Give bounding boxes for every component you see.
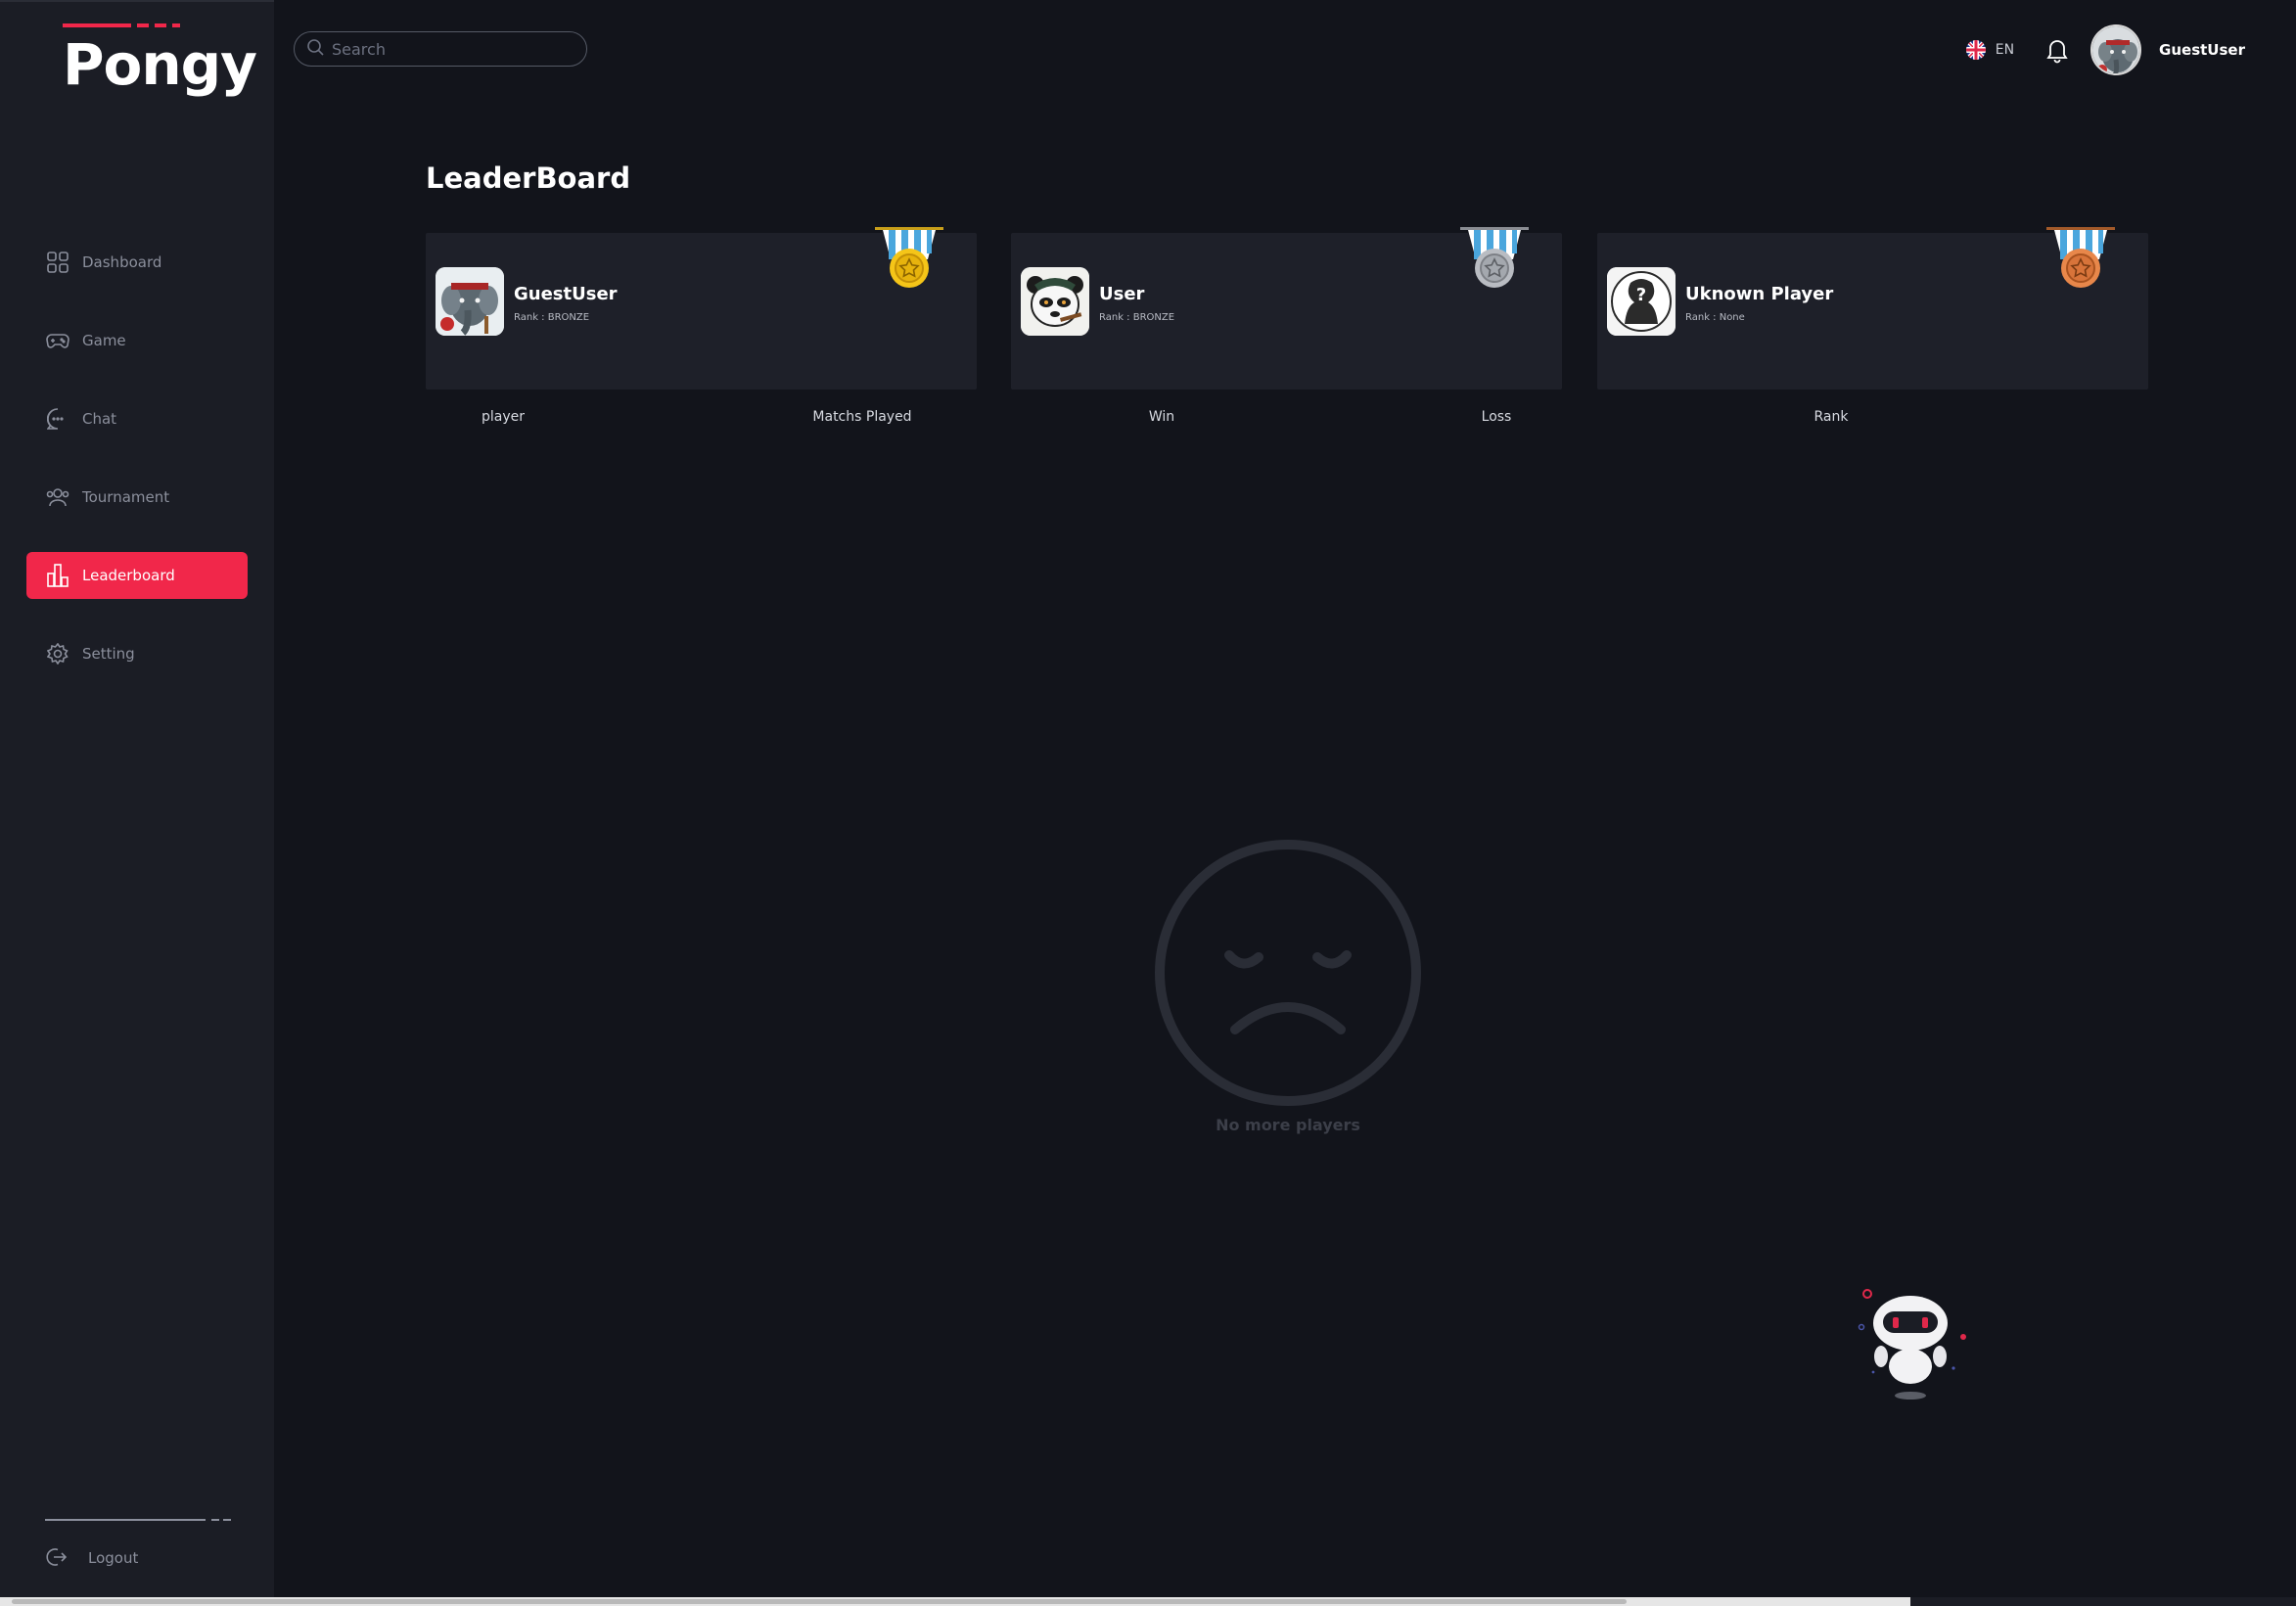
user-avatar[interactable] <box>2090 24 2142 75</box>
uk-flag-icon <box>1965 40 1986 60</box>
gear-icon <box>46 642 69 665</box>
podium-card-first[interactable]: GuestUser Rank : BRONZE <box>426 227 977 390</box>
sidebar-item-label: Dashboard <box>82 253 162 271</box>
sidebar-nav: Dashboard Game Chat Tournament Leaderboa… <box>26 239 248 709</box>
app-root: Pongy Dashboard Game Chat Tournament Lea… <box>0 0 2296 1606</box>
sidebar-item-setting[interactable]: Setting <box>26 630 248 677</box>
player-name: Uknown Player <box>1685 284 1834 304</box>
player-rank: Rank : BRONZE <box>1099 312 1175 323</box>
dashboard-grid-icon <box>46 251 69 274</box>
column-header-matches[interactable]: Matchs Played <box>812 409 911 425</box>
language-label: EN <box>1995 42 2015 58</box>
logout-label: Logout <box>88 1549 139 1567</box>
bronze-medal-icon <box>2046 227 2115 296</box>
search-bar[interactable] <box>294 31 587 67</box>
player-rank: Rank : None <box>1685 312 1745 323</box>
sad-face-icon <box>1155 840 1421 1106</box>
logo-dashes <box>63 23 180 27</box>
bar-chart-icon <box>46 564 69 587</box>
logo[interactable]: Pongy <box>63 23 257 102</box>
column-header-player[interactable]: player <box>482 409 525 425</box>
gamepad-icon <box>46 329 69 352</box>
empty-state: No more players <box>1153 838 1423 1134</box>
podium-card-second[interactable]: User Rank : BRONZE <box>1011 227 1562 390</box>
sidebar-item-tournament[interactable]: Tournament <box>26 474 248 521</box>
horizontal-scrollbar[interactable] <box>0 1597 2296 1606</box>
player-name: User <box>1099 284 1145 304</box>
scrollbar-corner <box>1910 1597 2296 1606</box>
scrollbar-thumb[interactable] <box>12 1599 1627 1604</box>
player-rank: Rank : BRONZE <box>514 312 590 323</box>
sidebar-item-game[interactable]: Game <box>26 317 248 364</box>
column-header-win[interactable]: Win <box>1149 409 1174 425</box>
svg-text:?: ? <box>1636 285 1646 305</box>
unknown-avatar: ? <box>1607 267 1676 336</box>
chat-bubble-icon <box>46 407 69 431</box>
column-header-rank[interactable]: Rank <box>1814 409 1849 425</box>
gold-medal-icon <box>875 227 943 296</box>
logout-button[interactable]: Logout <box>45 1546 138 1570</box>
search-input[interactable] <box>332 39 567 59</box>
chatbot-robot-icon[interactable] <box>1852 1282 1979 1409</box>
sidebar-divider <box>45 1519 231 1522</box>
sidebar-item-chat[interactable]: Chat <box>26 395 248 442</box>
leaderboard-podium: GuestUser Rank : BRONZE User Rank: BRON… <box>426 227 2148 390</box>
leaderboard-column-headers: player Matchs Played Win Loss Rank <box>426 409 2148 429</box>
sidebar: Pongy Dashboard Game Chat Tournament Lea… <box>0 0 274 1597</box>
sidebar-item-label: Tournament <box>82 488 170 506</box>
username-label[interactable]: GuestUser <box>2159 41 2245 59</box>
users-group-icon <box>46 485 69 509</box>
player-name: GuestUser <box>514 284 618 304</box>
sidebar-item-label: Game <box>82 332 126 349</box>
language-selector[interactable]: EN <box>1965 40 2015 60</box>
sidebar-item-label: Chat <box>82 410 117 428</box>
column-header-loss[interactable]: Loss <box>1482 409 1512 425</box>
sidebar-item-leaderboard[interactable]: Leaderboard <box>26 552 248 599</box>
silver-medal-icon <box>1460 227 1529 296</box>
logout-icon <box>45 1546 69 1570</box>
sidebar-item-label: Setting <box>82 645 135 663</box>
podium-card-third[interactable]: ? Uknown Player Rank : None <box>1597 227 2148 390</box>
topbar-right: EN GuestUser <box>1965 24 2245 75</box>
search-icon <box>306 38 324 60</box>
elephant-avatar <box>436 267 504 336</box>
sidebar-item-label: Leaderboard <box>82 567 175 584</box>
notification-bell-icon[interactable] <box>2043 36 2071 64</box>
empty-state-text: No more players <box>1216 1116 1360 1134</box>
logo-text: Pongy <box>63 31 257 98</box>
page-title: LeaderBoard <box>426 161 631 195</box>
panda-avatar <box>1021 267 1089 336</box>
sidebar-item-dashboard[interactable]: Dashboard <box>26 239 248 286</box>
